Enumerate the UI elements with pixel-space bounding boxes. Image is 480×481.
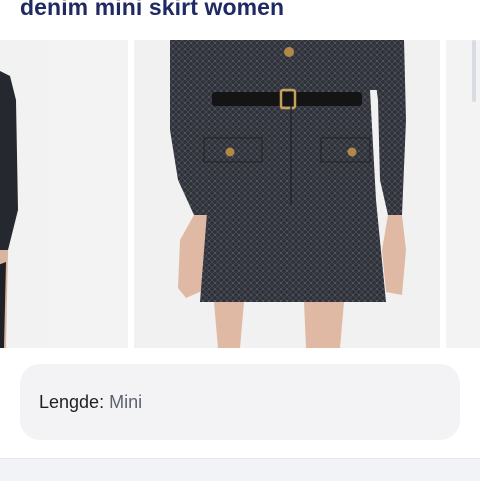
product-image-carousel[interactable] — [0, 40, 480, 348]
tweed-mini-skirt-icon — [134, 40, 440, 348]
attribute-label: Lengde: — [39, 391, 105, 412]
attribute-value: Mini — [109, 391, 143, 412]
search-query-title: denim mini skirt women — [20, 0, 285, 20]
carousel-scrollbar[interactable] — [472, 40, 476, 102]
outfit-image-icon — [0, 40, 48, 348]
product-image-main[interactable] — [134, 40, 440, 348]
product-image-partial-left[interactable] — [0, 40, 48, 348]
attribute-chip-length: Lengde: Mini — [20, 364, 460, 440]
bottom-bar — [0, 458, 480, 481]
product-image-background — [48, 40, 128, 348]
